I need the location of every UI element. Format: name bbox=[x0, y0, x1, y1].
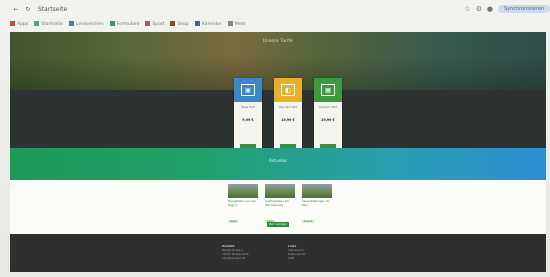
footer-link[interactable]: AGB bbox=[288, 256, 306, 260]
plan-title: Basis Tarif bbox=[241, 106, 255, 109]
web-page: Unsere Tarife ▣ Basis Tarif 9,99 € ◧ Sta… bbox=[10, 32, 546, 272]
address-bar[interactable]: Startseite bbox=[38, 6, 67, 13]
bookmark-icon bbox=[170, 21, 176, 26]
section-title: Aktuelles bbox=[268, 158, 288, 163]
article-card[interactable]: Veranstaltungen im Park Events bbox=[302, 184, 332, 226]
profile-icon[interactable]: ● bbox=[487, 5, 493, 13]
article-image bbox=[228, 184, 258, 198]
article-card[interactable]: Neuigkeiten aus der Region News bbox=[228, 184, 258, 226]
hero-title: Unsere Tarife bbox=[262, 38, 294, 43]
article-caption: Neuigkeiten aus der Region bbox=[228, 199, 257, 207]
plan-title: Standard Tarif bbox=[278, 106, 298, 109]
bookmarks-bar: Apps Startseite Lesezeichen Formulare Sp… bbox=[10, 19, 550, 29]
bookmark-icon bbox=[145, 21, 151, 26]
sync-button[interactable]: Synchronisieren bbox=[497, 5, 550, 13]
bookmark-item[interactable]: Apps bbox=[10, 21, 28, 27]
gradient-band bbox=[10, 148, 546, 180]
footer: Kontakt Musterstraße 1 12345 Musterstadt… bbox=[10, 234, 546, 272]
bookmark-icon bbox=[69, 21, 75, 26]
bookmark-item[interactable]: Shop bbox=[170, 21, 189, 27]
footer-contact: Kontakt Musterstraße 1 12345 Musterstadt… bbox=[222, 244, 249, 260]
toolbar-icons: ☆ ⚙ ● Synchronisieren bbox=[464, 5, 550, 13]
pricing-cards: ▣ Basis Tarif 9,99 € ◧ Standard Tarif 19… bbox=[234, 78, 344, 156]
back-icon[interactable]: ← bbox=[10, 6, 22, 13]
plan-icon: ▣ bbox=[241, 84, 255, 96]
bookmark-item[interactable]: Kalender bbox=[194, 21, 222, 27]
article-caption: Veranstaltungen im Park bbox=[302, 199, 330, 207]
article-tag: News bbox=[228, 220, 239, 223]
bookmark-icon bbox=[109, 21, 115, 26]
plan-price: 9,99 € bbox=[242, 118, 254, 122]
pricing-card-premium: ▦ Premium Tarif 29,99 € bbox=[314, 78, 342, 156]
bookmark-item[interactable]: Lesezeichen bbox=[69, 21, 104, 27]
bookmark-icon bbox=[34, 21, 40, 26]
extensions-icon[interactable]: ⚙ bbox=[476, 5, 482, 13]
bookmark-icon bbox=[194, 21, 200, 26]
star-icon[interactable]: ☆ bbox=[464, 5, 470, 13]
bookmark-item[interactable]: Formulare bbox=[109, 21, 139, 27]
more-button[interactable]: Mehr anzeigen bbox=[267, 222, 289, 227]
plan-price: 29,99 € bbox=[321, 118, 335, 122]
browser-chrome: ← ↻ Startseite ☆ ⚙ ● Synchronisieren App… bbox=[10, 2, 550, 32]
card-header: ▣ bbox=[234, 78, 262, 102]
plan-price: 19,99 € bbox=[281, 118, 295, 122]
reload-icon[interactable]: ↻ bbox=[22, 6, 34, 13]
article-card[interactable]: Ausflugstipps am Wochenende Tipps bbox=[265, 184, 295, 226]
plan-icon: ◧ bbox=[281, 84, 295, 96]
scanned-paper: ← ↻ Startseite ☆ ⚙ ● Synchronisieren App… bbox=[0, 0, 550, 277]
article-image bbox=[302, 184, 332, 198]
article-tag: Events bbox=[302, 220, 315, 223]
bookmark-item[interactable]: Sport bbox=[145, 21, 164, 27]
plan-title: Premium Tarif bbox=[319, 106, 337, 109]
bookmark-item[interactable]: Startseite bbox=[34, 21, 63, 27]
article-caption: Ausflugstipps am Wochenende bbox=[265, 199, 290, 207]
address-row: ← ↻ Startseite ☆ ⚙ ● Synchronisieren bbox=[10, 2, 550, 16]
footer-links: Links Impressum Datenschutz AGB bbox=[288, 244, 306, 260]
card-header: ▦ bbox=[314, 78, 342, 102]
plan-icon: ▦ bbox=[321, 84, 335, 96]
pricing-card-standard: ◧ Standard Tarif 19,99 € bbox=[274, 78, 302, 156]
footer-line: info@beispiel.de bbox=[222, 256, 246, 260]
card-header: ◧ bbox=[274, 78, 302, 102]
bookmark-item[interactable]: Mehr bbox=[227, 21, 246, 27]
bookmark-icon bbox=[10, 21, 15, 26]
bookmark-icon bbox=[227, 21, 233, 26]
pricing-card-basic: ▣ Basis Tarif 9,99 € bbox=[234, 78, 262, 156]
article-image bbox=[265, 184, 295, 198]
